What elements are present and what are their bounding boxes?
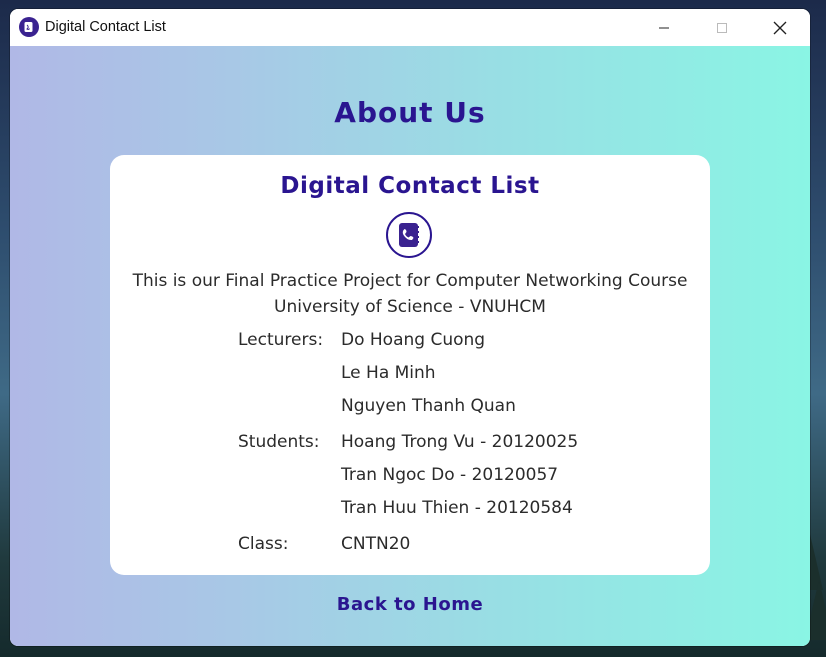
contact-book-icon [386, 212, 432, 258]
lecturer-name: Nguyen Thanh Quan [341, 396, 516, 416]
card-title: Digital Contact List [280, 173, 540, 199]
minimize-icon [659, 27, 669, 28]
maximize-button[interactable] [692, 9, 752, 46]
title-bar[interactable]: Digital Contact List [10, 9, 810, 46]
minimize-button[interactable] [634, 9, 694, 46]
student-entry: Tran Ngoc Do - 20120057 [341, 465, 559, 485]
page-heading: About Us [334, 96, 486, 129]
back-to-home-link[interactable]: Back to Home [10, 594, 810, 615]
lecturer-name: Do Hoang Cuong [341, 330, 486, 350]
about-card: Digital Contact List This is our Final P… [110, 155, 710, 575]
close-button[interactable] [750, 9, 810, 46]
lecturer-name: Le Ha Minh [341, 363, 436, 383]
description-line-1: This is our Final Practice Project for C… [132, 271, 688, 291]
desktop-background: Digital Contact List About Us Digital Co… [0, 0, 826, 657]
students-label: Students: [238, 432, 320, 452]
lecturers-label: Lecturers: [238, 330, 324, 350]
student-entry: Tran Huu Thien - 20120584 [341, 498, 573, 518]
class-value: CNTN20 [341, 534, 411, 554]
student-entry: Hoang Trong Vu - 20120025 [341, 432, 579, 452]
app-window: Digital Contact List About Us Digital Co… [10, 9, 810, 646]
maximize-icon [717, 22, 727, 33]
app-logo-icon [19, 17, 39, 37]
class-label: Class: [238, 534, 289, 554]
about-page: About Us Digital Contact List This is ou… [10, 46, 810, 646]
description-line-2: University of Science - VNUHCM [274, 297, 546, 317]
window-title: Digital Contact List [45, 19, 166, 35]
close-icon [773, 21, 787, 34]
